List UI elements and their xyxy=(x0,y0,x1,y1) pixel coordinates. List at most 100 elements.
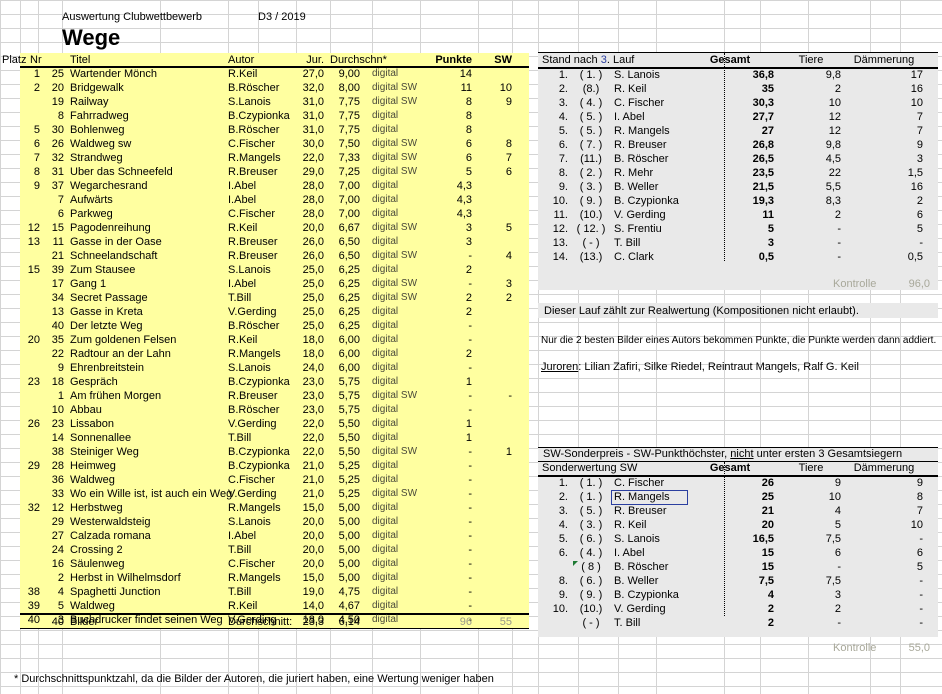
table-row[interactable]: 15 39 Zum Stausee S.Lanois 25,0 6,25 digital 2 xyxy=(0,264,529,278)
table-row[interactable]: 17 Gang 1 I.Abel 25,0 6,25 digital SW - 3 xyxy=(0,278,529,292)
cell-c1: 2 xyxy=(834,209,841,221)
table-row[interactable]: 9.( 9. )B. Czypionka43-1 xyxy=(538,589,938,603)
table-row[interactable]: 2 Herbst in Wilhelmsdorf R.Mangels 15,0 5,00… xyxy=(0,572,529,586)
table-row[interactable]: 9 Ehrenbreitstein S.Lanois 24,0 6,00 digital - xyxy=(0,362,529,376)
sw-special-header-row: Sonderwertung SW Gesamt Tiere Dämmerung … xyxy=(538,462,938,476)
cell-titel: Crossing 2 xyxy=(70,544,123,556)
table-row[interactable]: 13 Gasse in Kreta V.Gerding 25,0 6,25 digital… xyxy=(0,306,529,320)
table-row[interactable]: 19 Railway S.Lanois 31,0 7,75 digital SW 8 9 xyxy=(0,96,529,110)
table-row[interactable]: 4.( 5. )I. Abel27,71278,7 xyxy=(538,111,938,125)
table-row[interactable]: 6 26 Waldweg sw C.Fischer 30,0 7,50 digital SW… xyxy=(0,138,529,152)
table-row[interactable]: 5.( 6. )S. Lanois16,57,5-9 xyxy=(538,533,938,547)
cell-dig: digital xyxy=(372,558,399,569)
table-row[interactable]: 9 37 Wegarchesrand I.Abel 28,0 7,00 digital 4,3 xyxy=(0,180,529,194)
cell-autor: T.Bill xyxy=(228,544,252,556)
table-row[interactable]: 29 Westerwaldsteig S.Lanois 20,0 5,00 digital… xyxy=(0,516,529,530)
cell-nam: B. Czypionka xyxy=(614,195,679,207)
cell-nr: 36 xyxy=(51,474,64,486)
table-row[interactable]: 6 Parkweg C.Fischer 28,0 7,00 digital 4,3 xyxy=(0,208,529,222)
table-row[interactable]: 13 11 Gasse in der Oase R.Breuser 26,0 6,50 di… xyxy=(0,236,529,250)
table-row[interactable]: 3.( 4. )C. Fischer30,3101010,3 xyxy=(538,97,938,111)
cell-c2: 6 xyxy=(916,547,923,559)
table-row[interactable]: 23 18 Gespräch B.Czypionka 23,0 5,75 digital 1 xyxy=(0,376,529,390)
table-row[interactable]: 6.( 4. )I. Abel15663 xyxy=(538,547,938,561)
col-header-titel: Titel xyxy=(70,54,91,66)
table-row[interactable]: 8.( 6. )B. Weller7,57,5-- xyxy=(538,575,938,589)
table-row[interactable]: 2.( 1. )R. Mangels251087 xyxy=(538,491,938,505)
table-row[interactable]: ( 8 )B. Röscher15-510 xyxy=(538,561,938,575)
table-row[interactable]: 12 15 Pagodenreihung R.Keil 20,0 6,67 digital … xyxy=(0,222,529,236)
table-row[interactable]: 14.(13.)C. Clark0,5-0,5- xyxy=(538,251,938,265)
cell-jur: 15,0 xyxy=(302,572,324,584)
cell-nam: B. Weller xyxy=(614,181,659,193)
cell-dig: digital xyxy=(372,180,399,191)
cell-sw: 8 xyxy=(505,138,512,150)
table-row[interactable]: 29 28 Heimweg B.Czypionka 21,0 5,25 digital - xyxy=(0,460,529,474)
table-row[interactable]: 27 Calzada romana I.Abel 20,0 5,00 digital - xyxy=(0,530,529,544)
table-row[interactable]: 11.(10.)V. Gerding11263 xyxy=(538,209,938,223)
table-row[interactable]: 10.(10.)V. Gerding22-0 xyxy=(538,603,938,617)
table-row[interactable]: 24 Crossing 2 T.Bill 20,0 5,00 digital - xyxy=(0,544,529,558)
table-row[interactable]: 26 23 Lissabon V.Gerding 22,0 5,50 digital 1 xyxy=(0,418,529,432)
table-row[interactable]: 10.( 9. )B. Czypionka19,38,329 xyxy=(538,195,938,209)
table-row[interactable]: 32 12 Herbstweg R.Mangels 15,0 5,00 digital - xyxy=(0,502,529,516)
table-row[interactable]: 2 20 Bridgewalk B.Röscher 32,0 8,00 digital SW… xyxy=(0,82,529,96)
cell-dur: 7,50 xyxy=(338,138,360,150)
table-row[interactable]: ( - )T. Bill2--2 xyxy=(538,617,938,631)
table-row[interactable]: 1.( 1. )C. Fischer26998 xyxy=(538,477,938,491)
table-row[interactable]: 21 Schneelandschaft R.Breuser 26,0 6,50 digit… xyxy=(0,250,529,264)
table-row[interactable]: 2.(8.)R. Keil3521617 xyxy=(538,83,938,97)
table-row[interactable]: 33 Wo ein Wille ist, ist auch ein Weg V.Ge… xyxy=(0,488,529,502)
table-row[interactable]: 8.( 2. )R. Mehr23,5221,5- xyxy=(538,167,938,181)
table-row[interactable]: 9.( 3. )B. Weller21,55,516- xyxy=(538,181,938,195)
table-row[interactable]: 7 32 Strandweg R.Mangels 22,0 7,33 digital SW 6… xyxy=(0,152,529,166)
selected-cell-highlight[interactable] xyxy=(611,490,688,505)
cell-dig: digital xyxy=(372,600,399,611)
cell-jur: 20,0 xyxy=(302,516,324,528)
table-row[interactable]: 39 5 Waldweg R.Keil 14,0 4,67 digital - xyxy=(0,600,529,614)
table-row[interactable]: 38 Steiniger Weg B.Czypionka 22,0 5,50 digita… xyxy=(0,446,529,460)
table-row[interactable]: 12.( 12. )S. Frentiu5-5- xyxy=(538,223,938,237)
cell-jur: 21,0 xyxy=(302,460,324,472)
table-row[interactable]: 34 Secret Passage T.Bill 25,0 6,25 digital SW… xyxy=(0,292,529,306)
table-row[interactable]: 1.( 1. )S. Lanois36,89,81710 xyxy=(538,69,938,83)
table-row[interactable]: 14 Sonnenallee T.Bill 22,0 5,50 digital 1 xyxy=(0,432,529,446)
table-row[interactable]: 20 35 Zum goldenen Felsen R.Keil 18,0 6,00 dig… xyxy=(0,334,529,348)
summary-avg-label: Durchschnitt: xyxy=(228,616,293,628)
cell-prev: ( 1. ) xyxy=(579,491,603,503)
cell-c3: 17 xyxy=(927,83,942,95)
standings-kontrolle-value: 96,0 xyxy=(908,278,930,290)
table-row[interactable]: 4.( 3. )R. Keil205105 xyxy=(538,519,938,533)
cell-dur: 6,50 xyxy=(338,250,360,262)
table-row[interactable]: 7.(11.)B. Röscher26,54,5319 xyxy=(538,153,938,167)
cell-nr: 4 xyxy=(57,586,64,598)
cell-sw: 5 xyxy=(505,222,512,234)
table-row[interactable]: 5.( 5. )R. Mangels271278 xyxy=(538,125,938,139)
cell-titel: Radtour an der Lahn xyxy=(70,348,171,360)
cell-prev: ( - ) xyxy=(582,617,600,629)
table-row[interactable]: 3.( 5. )R. Breuser214710 xyxy=(538,505,938,519)
cell-c3: 5 xyxy=(927,519,942,531)
cell-nr: 25 xyxy=(51,68,64,80)
table-row[interactable]: 38 4 Spaghetti Junction T.Bill 19,0 4,75 digit… xyxy=(0,586,529,600)
table-row[interactable]: 5 30 Bohlenweg B.Röscher 31,0 7,75 digital 8 xyxy=(0,124,529,138)
cell-ges: 20 xyxy=(761,519,774,531)
summary-durchschn: 6,14 xyxy=(338,616,360,628)
comment-marker-icon[interactable] xyxy=(573,561,578,566)
cell-prev: ( 6. ) xyxy=(579,533,603,545)
cell-c1: 4,5 xyxy=(825,153,841,165)
table-row[interactable]: 16 Säulenweg C.Fischer 20,0 5,00 digital - xyxy=(0,558,529,572)
table-row[interactable]: 1 Am frühen Morgen R.Breuser 23,0 5,75 digita… xyxy=(0,390,529,404)
table-row[interactable]: 8 Fahrradweg B.Czypionka 31,0 7,75 digital 8 xyxy=(0,110,529,124)
table-row[interactable]: 40 Der letzte Weg B.Röscher 25,0 6,25 digital… xyxy=(0,320,529,334)
table-row[interactable]: 8 31 Uber das Schneefeld R.Breuser 29,0 7,25 d… xyxy=(0,166,529,180)
cell-nam: R. Mangels xyxy=(614,125,670,137)
table-row[interactable]: 1 25 Wartender Mönch R.Keil 27,0 9,00 digital 1… xyxy=(0,68,529,82)
table-row[interactable]: 13.( - )T. Bill3--3 xyxy=(538,237,938,251)
table-row[interactable]: 22 Radtour an der Lahn R.Mangels 18,0 6,00 di… xyxy=(0,348,529,362)
table-row[interactable]: 10 Abbau B.Röscher 23,0 5,75 digital - xyxy=(0,404,529,418)
table-row[interactable]: 36 Waldweg C.Fischer 21,0 5,25 digital - xyxy=(0,474,529,488)
cell-platz: 8 xyxy=(33,166,40,178)
table-row[interactable]: 7 Aufwärts I.Abel 28,0 7,00 digital 4,3 xyxy=(0,194,529,208)
table-row[interactable]: 6.( 7. )R. Breuser26,89,898 xyxy=(538,139,938,153)
